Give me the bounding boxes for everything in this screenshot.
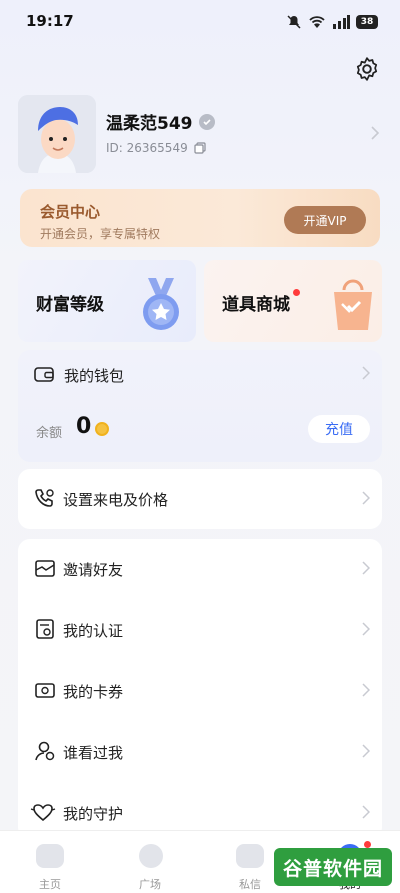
invite-icon	[35, 560, 55, 577]
vip-title: 会员中心	[40, 203, 101, 221]
user-id: ID: 26365549	[106, 141, 188, 155]
chevron-right-icon	[362, 491, 370, 505]
tab-label: 主页	[39, 878, 61, 891]
list-item-label: 邀请好友	[63, 561, 124, 579]
mute-icon	[287, 15, 301, 29]
wealth-level-label: 财富等级	[36, 295, 104, 315]
tab-home[interactable]: 主页	[10, 831, 90, 893]
chevron-right-icon	[362, 561, 370, 575]
list-item-certify[interactable]: 我的认证	[18, 600, 382, 660]
profile-header[interactable]: 温柔范549 ID: 26365549	[18, 95, 384, 175]
copy-icon[interactable]	[194, 142, 206, 154]
tab-label: 广场	[139, 878, 161, 891]
coin-icon	[95, 422, 109, 436]
home-icon	[36, 844, 64, 868]
status-bar: 19:17 38	[0, 0, 400, 44]
recharge-button[interactable]: 充值	[308, 415, 370, 443]
notification-dot	[293, 289, 300, 296]
vip-subtitle: 开通会员，享专属特权	[40, 227, 161, 241]
chevron-right-icon	[371, 126, 380, 140]
vip-center-card[interactable]: 会员中心 开通会员，享专属特权 开通VIP	[20, 189, 380, 247]
status-icons: 38	[286, 14, 378, 30]
compass-icon	[139, 844, 163, 868]
wallet-icon	[34, 367, 54, 382]
my-wallet-label: 我的钱包	[64, 367, 125, 385]
list-item-coupon[interactable]: 我的卡券	[18, 661, 382, 721]
chevron-right-icon	[362, 683, 370, 697]
user-id-row: ID: 26365549	[106, 141, 206, 155]
call-price-label: 设置来电及价格	[63, 491, 169, 509]
list-item-label: 谁看过我	[63, 744, 124, 762]
list-item-label: 我的守护	[63, 805, 124, 823]
certify-icon	[36, 619, 54, 639]
coupon-icon	[35, 683, 55, 698]
list-item-visitors[interactable]: 谁看过我	[18, 722, 382, 782]
wallet-card: 我的钱包 余额 0 充值	[18, 350, 382, 462]
open-vip-button[interactable]: 开通VIP	[284, 206, 366, 234]
tab-square[interactable]: 广场	[110, 831, 190, 893]
wealth-level-tile[interactable]: 财富等级	[18, 260, 196, 342]
notification-dot	[364, 841, 371, 848]
medal-icon	[143, 278, 179, 330]
menu-list-card: 邀请好友 我的认证 我的卡券 谁看过我 我的守护	[18, 539, 382, 839]
signal-icon	[333, 15, 350, 29]
my-wallet-row[interactable]: 我的钱包	[18, 350, 382, 398]
username-row: 温柔范549	[106, 109, 215, 134]
visitor-icon	[35, 741, 55, 761]
wifi-icon	[309, 16, 325, 28]
guard-icon	[30, 804, 56, 822]
list-item-label: 我的认证	[63, 622, 124, 640]
avatar[interactable]	[18, 95, 96, 173]
message-icon	[236, 844, 264, 868]
call-price-card: 设置来电及价格	[18, 469, 382, 529]
call-price-row[interactable]: 设置来电及价格	[18, 469, 382, 529]
settings-button[interactable]	[352, 54, 382, 84]
chevron-right-icon	[362, 744, 370, 758]
list-item-label: 我的卡券	[63, 683, 124, 701]
chevron-right-icon	[362, 622, 370, 636]
username: 温柔范549	[106, 114, 193, 134]
shopping-bag-icon	[334, 279, 372, 330]
chevron-right-icon	[362, 805, 370, 819]
balance-value: 0	[76, 414, 92, 439]
status-time: 19:17	[26, 12, 74, 30]
watermark-logo: 谷普软件园	[274, 848, 392, 886]
item-shop-tile[interactable]: 道具商城	[204, 260, 382, 342]
phone-settings-icon	[35, 489, 54, 507]
verified-icon	[198, 113, 215, 130]
gear-icon	[356, 57, 378, 81]
item-shop-label: 道具商城	[222, 295, 290, 315]
list-item-invite[interactable]: 邀请好友	[18, 539, 382, 599]
balance-label: 余额	[36, 426, 63, 441]
battery-icon: 38	[356, 15, 378, 29]
chevron-right-icon	[362, 366, 370, 380]
